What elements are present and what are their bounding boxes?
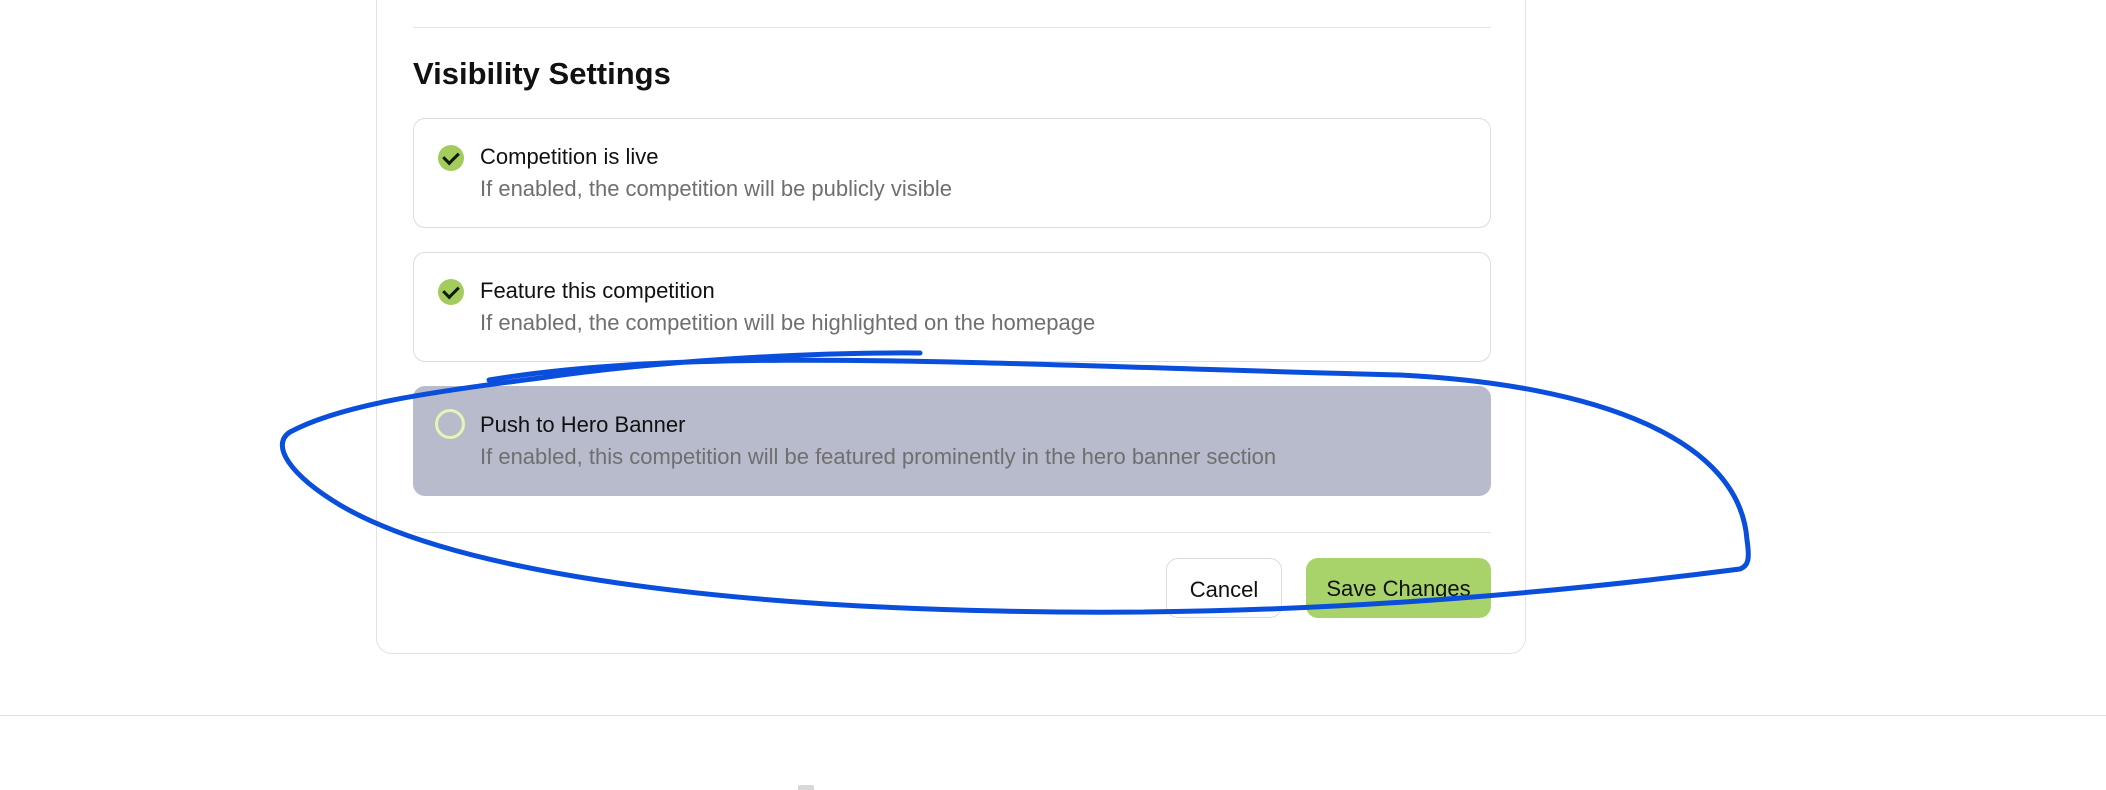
actions-divider bbox=[413, 532, 1491, 533]
option-title: Competition is live bbox=[480, 144, 659, 169]
empty-circle-icon[interactable] bbox=[435, 409, 465, 439]
save-changes-button[interactable]: Save Changes bbox=[1306, 558, 1491, 618]
check-circle-icon[interactable] bbox=[438, 145, 464, 171]
option-description: If enabled, this competition will be fea… bbox=[480, 444, 1277, 469]
footer-fragment bbox=[798, 785, 814, 790]
check-circle-icon[interactable] bbox=[438, 279, 464, 305]
option-description: If enabled, the competition will be publ… bbox=[480, 176, 953, 201]
option-feature-competition[interactable]: Feature this competition If enabled, the… bbox=[413, 252, 1491, 362]
option-description: If enabled, the competition will be high… bbox=[480, 310, 1096, 335]
option-title: Feature this competition bbox=[480, 278, 715, 303]
option-hero-banner[interactable]: Push to Hero Banner If enabled, this com… bbox=[413, 386, 1491, 496]
cancel-button[interactable]: Cancel bbox=[1166, 558, 1282, 618]
section-title: Visibility Settings bbox=[413, 56, 671, 91]
option-title: Push to Hero Banner bbox=[480, 412, 686, 437]
option-competition-live[interactable]: Competition is live If enabled, the comp… bbox=[413, 118, 1491, 228]
footer-divider bbox=[0, 715, 2106, 716]
section-divider bbox=[413, 27, 1491, 28]
page: Visibility Settings Competition is live … bbox=[0, 0, 2106, 790]
